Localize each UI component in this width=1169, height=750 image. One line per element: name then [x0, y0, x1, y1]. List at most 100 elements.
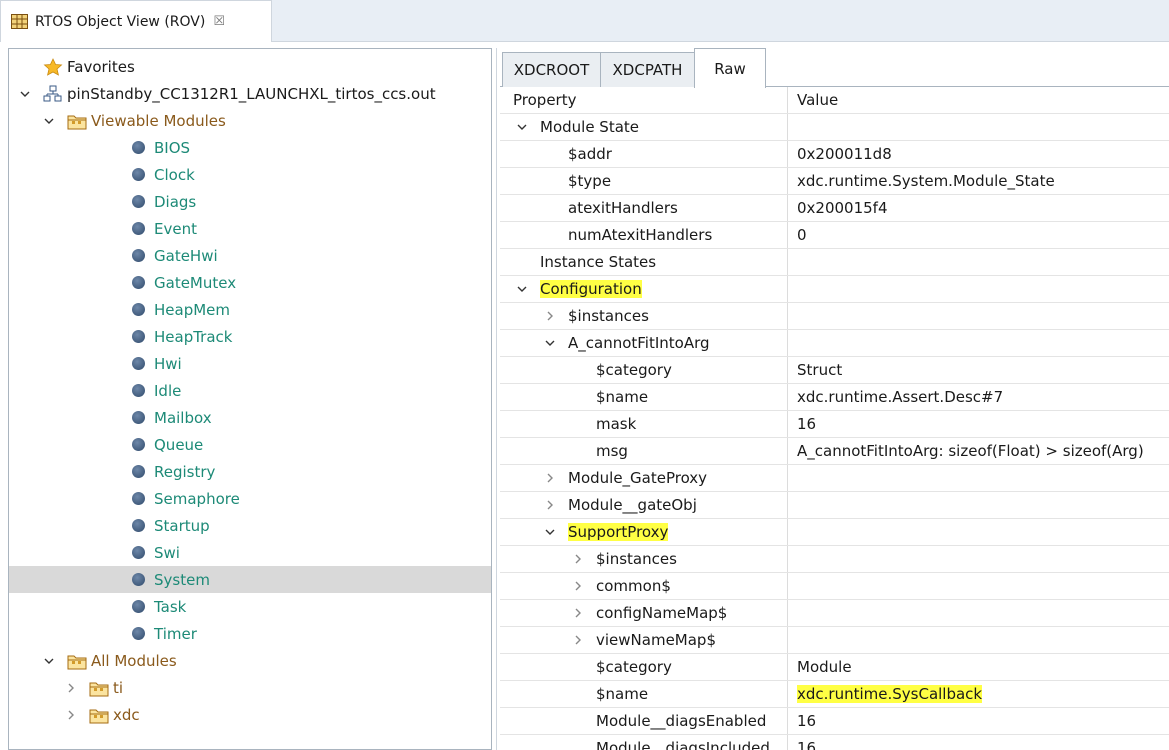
tree-item-favorites[interactable]: Favorites — [9, 53, 491, 80]
table-row[interactable]: Module State — [500, 114, 1169, 141]
table-row[interactable]: mask 16 — [500, 411, 1169, 438]
tree-item-viewable-modules[interactable]: Viewable Modules — [9, 107, 491, 134]
table-row[interactable]: $name xdc.runtime.Assert.Desc#7 — [500, 384, 1169, 411]
tree-item-label: All Modules — [91, 651, 177, 670]
tree-item-label: Semaphore — [154, 489, 240, 508]
module-dot-icon — [132, 249, 145, 262]
chevron-right-icon[interactable] — [544, 472, 556, 484]
table-row[interactable]: configNameMap$ — [500, 600, 1169, 627]
tab-xdcpath[interactable]: XDCPATH — [600, 52, 695, 87]
table-row[interactable]: $addr 0x200011d8 — [500, 141, 1169, 168]
view-title: RTOS Object View (ROV) — [35, 13, 206, 30]
tree-item-label: Idle — [154, 381, 182, 400]
chevron-down-icon[interactable] — [516, 121, 528, 133]
property-name: SupportProxy — [568, 523, 669, 541]
tree-item-bios[interactable]: BIOS — [9, 134, 491, 161]
tree-item-idle[interactable]: Idle — [9, 377, 491, 404]
tree-item-event[interactable]: Event — [9, 215, 491, 242]
table-row[interactable]: numAtexitHandlers 0 — [500, 222, 1169, 249]
tree-item-label: HeapMem — [154, 300, 231, 319]
table-row[interactable]: Configuration — [500, 276, 1169, 303]
module-dot-icon — [132, 465, 145, 478]
rov-view-tab[interactable]: RTOS Object View (ROV) ☒ — [0, 0, 272, 42]
tree-item-pinstandby-cc1312r1-launchxl-tirtos-ccs-out[interactable]: pinStandby_CC1312R1_LAUNCHXL_tirtos_ccs.… — [9, 80, 491, 107]
chevron-right-icon[interactable] — [572, 580, 584, 592]
table-row[interactable]: SupportProxy — [500, 519, 1169, 546]
table-row[interactable]: Module_GateProxy — [500, 465, 1169, 492]
module-dot-icon — [132, 411, 145, 424]
pane-splitter[interactable] — [496, 48, 497, 750]
chevron-right-icon[interactable] — [572, 634, 584, 646]
property-name: $name — [596, 388, 649, 406]
table-row[interactable]: Module__diagsEnabled 16 — [500, 708, 1169, 735]
module-tree[interactable]: Favorites pinStandby_CC1312R1_LAUNCHXL_ti… — [8, 48, 492, 750]
table-row[interactable]: viewNameMap$ — [500, 627, 1169, 654]
table-row[interactable]: $name xdc.runtime.SysCallback — [500, 681, 1169, 708]
chevron-down-icon[interactable] — [516, 283, 528, 295]
table-row[interactable]: $category Struct — [500, 357, 1169, 384]
chevron-right-icon[interactable] — [65, 682, 77, 694]
property-value: xdc.runtime.Assert.Desc#7 — [797, 388, 1004, 406]
table-row[interactable]: msg A_cannotFitIntoArg: sizeof(Float) > s… — [500, 438, 1169, 465]
chevron-down-icon[interactable] — [19, 88, 31, 100]
table-row[interactable]: $type xdc.runtime.System.Module_State — [500, 168, 1169, 195]
star-icon — [43, 57, 63, 76]
chevron-right-icon[interactable] — [544, 310, 556, 322]
tree-item-queue[interactable]: Queue — [9, 431, 491, 458]
chevron-right-icon[interactable] — [65, 709, 77, 721]
property-value: 16 — [797, 415, 817, 433]
tree-item-all-modules[interactable]: All Modules — [9, 647, 491, 674]
tree-item-hwi[interactable]: Hwi — [9, 350, 491, 377]
table-row[interactable]: atexitHandlers 0x200015f4 — [500, 195, 1169, 222]
tree-item-swi[interactable]: Swi — [9, 539, 491, 566]
tree-item-gatemutex[interactable]: GateMutex — [9, 269, 491, 296]
tab-raw[interactable]: Raw — [694, 48, 766, 88]
module-dot-icon — [132, 627, 145, 640]
tree-item-clock[interactable]: Clock — [9, 161, 491, 188]
chevron-down-icon[interactable] — [43, 655, 55, 667]
tree-item-semaphore[interactable]: Semaphore — [9, 485, 491, 512]
table-row[interactable]: $category Module — [500, 654, 1169, 681]
close-view-icon[interactable]: ☒ — [213, 14, 225, 29]
tree-item-timer[interactable]: Timer — [9, 620, 491, 647]
property-table: Property Value Module State $addr 0x200011… — [500, 87, 1169, 750]
module-dot-icon — [132, 492, 145, 505]
chevron-down-icon[interactable] — [544, 526, 556, 538]
tree-item-label: pinStandby_CC1312R1_LAUNCHXL_tirtos_ccs.… — [67, 84, 436, 103]
tree-item-label: Swi — [154, 543, 180, 562]
tree-item-label: Diags — [154, 192, 197, 211]
tree-item-system[interactable]: System — [9, 566, 491, 593]
tree-item-ti[interactable]: ti — [9, 674, 491, 701]
tree-item-xdc[interactable]: xdc — [9, 701, 491, 728]
module-dot-icon — [132, 438, 145, 451]
tree-item-task[interactable]: Task — [9, 593, 491, 620]
property-name: configNameMap$ — [596, 604, 728, 622]
chevron-right-icon[interactable] — [572, 553, 584, 565]
tree-item-heaptrack[interactable]: HeapTrack — [9, 323, 491, 350]
table-row[interactable]: $instances — [500, 546, 1169, 573]
column-header-property[interactable]: Property — [513, 87, 576, 113]
table-row[interactable]: A_cannotFitIntoArg — [500, 330, 1169, 357]
tree-item-gatehwi[interactable]: GateHwi — [9, 242, 491, 269]
table-row[interactable]: $instances — [500, 303, 1169, 330]
table-row[interactable]: common$ — [500, 573, 1169, 600]
chevron-down-icon[interactable] — [43, 115, 55, 127]
tree-item-startup[interactable]: Startup — [9, 512, 491, 539]
module-dot-icon — [132, 384, 145, 397]
tree-item-mailbox[interactable]: Mailbox — [9, 404, 491, 431]
tab-xdcroot[interactable]: XDCROOT — [502, 52, 601, 87]
chevron-right-icon[interactable] — [544, 499, 556, 511]
tree-item-heapmem[interactable]: HeapMem — [9, 296, 491, 323]
table-row[interactable]: Module__gateObj — [500, 492, 1169, 519]
chevron-right-icon[interactable] — [572, 607, 584, 619]
tree-item-registry[interactable]: Registry — [9, 458, 491, 485]
tree-item-label: Task — [154, 597, 187, 616]
tree-item-label: Event — [154, 219, 197, 238]
property-name: Module_GateProxy — [568, 469, 708, 487]
table-row[interactable]: Instance States — [500, 249, 1169, 276]
property-name: $instances — [596, 550, 677, 568]
tree-item-diags[interactable]: Diags — [9, 188, 491, 215]
column-header-value[interactable]: Value — [797, 87, 838, 113]
table-row[interactable]: Module__diagsIncluded 16 — [500, 735, 1169, 750]
chevron-down-icon[interactable] — [544, 337, 556, 349]
